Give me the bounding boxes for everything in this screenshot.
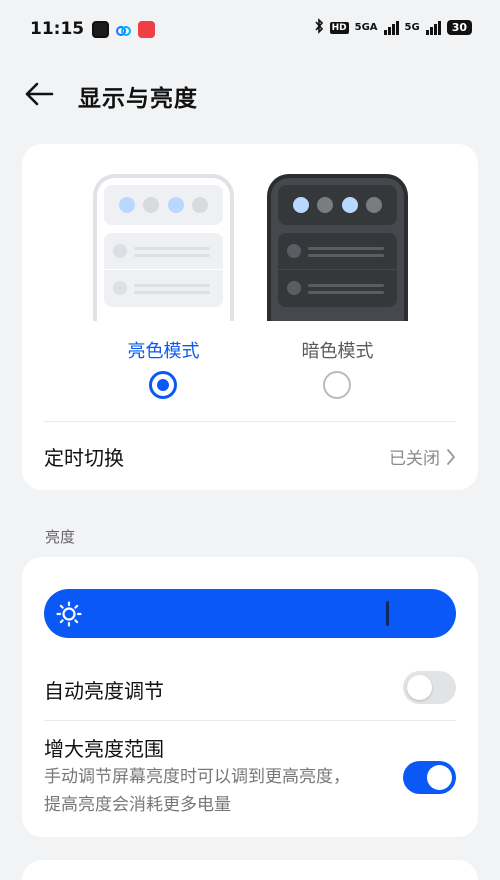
status-indicators: HD 5GA 5G 30 xyxy=(314,18,472,37)
signal-icon-2 xyxy=(425,20,441,35)
page-title: 显示与亮度 xyxy=(78,86,198,112)
brightness-slider-thumb[interactable] xyxy=(386,601,389,626)
network-label-1: 5GA xyxy=(354,22,378,33)
dark-mode-label[interactable]: 暗色模式 xyxy=(267,337,408,363)
light-mode-radio[interactable] xyxy=(149,371,177,399)
schedule-switch-row[interactable]: 定时切换 已关闭 xyxy=(22,422,478,490)
dark-mode-radio[interactable] xyxy=(323,371,351,399)
auto-brightness-row: 自动亮度调节 xyxy=(22,657,478,719)
red-app-icon xyxy=(138,20,156,38)
status-bar: 11:15 HD 5GA 5G 30 xyxy=(0,0,500,58)
schedule-switch-value: 已关闭 xyxy=(389,449,440,469)
schedule-switch-value-group: 已关闭 xyxy=(389,444,456,469)
page-header: 显示与亮度 xyxy=(0,68,500,120)
hd-badge: HD xyxy=(329,21,349,34)
news-app-icon xyxy=(92,20,110,38)
extended-brightness-description: 手动调节屏幕亮度时可以调到更高亮度，提高亮度会消耗更多电量 xyxy=(44,767,350,815)
next-settings-card xyxy=(22,860,478,880)
dark-mode-preview[interactable] xyxy=(267,174,408,321)
chevron-right-icon xyxy=(447,448,455,465)
status-time: 11:15 xyxy=(30,19,85,39)
back-button[interactable] xyxy=(22,78,56,110)
auto-brightness-label: 自动亮度调节 xyxy=(44,679,164,703)
bluetooth-icon xyxy=(314,18,324,37)
cloud-app-icon xyxy=(115,21,132,38)
extended-brightness-label: 增大亮度范围 xyxy=(44,737,164,761)
light-mode-preview[interactable] xyxy=(93,174,234,321)
brightness-slider[interactable] xyxy=(44,589,456,638)
brightness-section-label: 亮度 xyxy=(45,528,76,546)
network-label-2: 5G xyxy=(404,22,420,33)
back-arrow-icon xyxy=(25,82,54,106)
light-mode-label[interactable]: 亮色模式 xyxy=(93,337,234,363)
status-app-icons xyxy=(92,20,156,38)
auto-brightness-toggle[interactable] xyxy=(403,671,456,704)
extended-brightness-toggle[interactable] xyxy=(403,761,456,794)
signal-icon xyxy=(383,20,399,35)
schedule-switch-label: 定时切换 xyxy=(44,446,124,470)
battery-icon: 30 xyxy=(446,20,472,35)
brightness-card: 自动亮度调节 增大亮度范围 手动调节屏幕亮度时可以调到更高亮度，提高亮度会消耗更… xyxy=(22,557,478,837)
extended-brightness-row: 增大亮度范围 手动调节屏幕亮度时可以调到更高亮度，提高亮度会消耗更多电量 xyxy=(22,721,478,837)
sun-icon xyxy=(56,601,82,627)
display-mode-card: 亮色模式 暗色模式 定时切换 已关闭 xyxy=(22,144,478,490)
